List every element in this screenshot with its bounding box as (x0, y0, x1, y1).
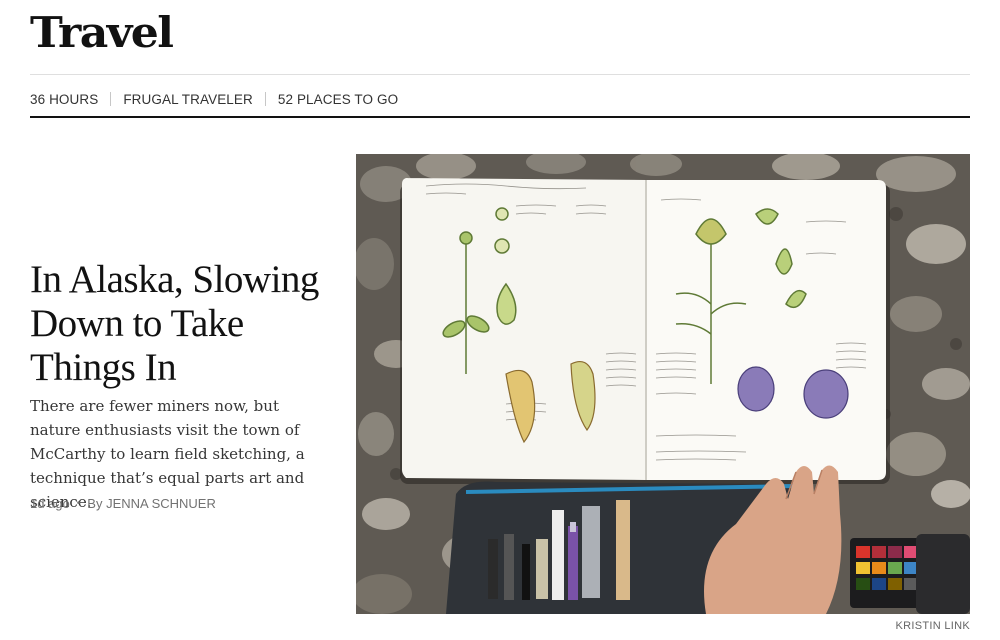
subnav-bottom-rule (30, 116, 970, 118)
photo-credit: KRISTIN LINK (895, 620, 970, 632)
article-byline: By JENNA SCHNUER (87, 496, 216, 511)
subnav-separator (264, 92, 266, 106)
sketchbook-photo-illustration (356, 154, 970, 614)
article-photo[interactable] (356, 154, 970, 614)
article-headline[interactable]: In Alaska, Slowing Down to Take Things I… (30, 258, 330, 390)
article-meta: 1d ago • By JENNA SCHNUER (30, 496, 216, 511)
subnav-item-36-hours[interactable]: 36 HOURS (30, 92, 98, 107)
subnav-item-frugal-traveler[interactable]: FRUGAL TRAVELER (123, 92, 253, 107)
section-title[interactable]: Travel (30, 12, 174, 54)
meta-separator-dot: • (76, 498, 81, 509)
subnav-separator (110, 92, 112, 106)
subnav-item-52-places[interactable]: 52 PLACES TO GO (278, 92, 398, 107)
article-timestamp: 1d ago (30, 496, 70, 511)
section-subnav: 36 HOURS FRUGAL TRAVELER 52 PLACES TO GO (30, 90, 398, 108)
header-divider (30, 74, 970, 75)
